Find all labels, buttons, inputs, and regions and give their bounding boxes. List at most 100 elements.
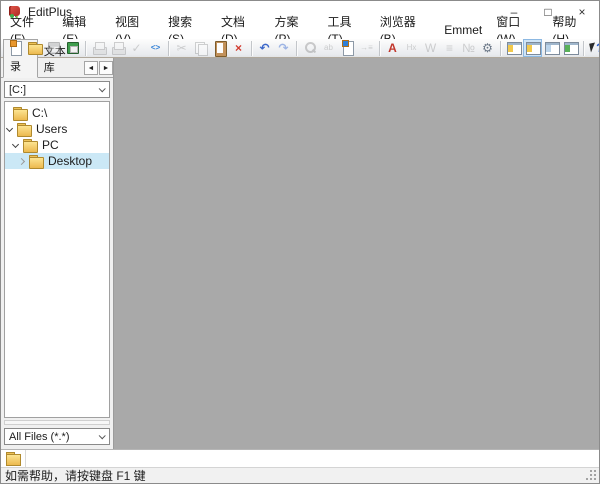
copy-icon [193, 40, 209, 56]
folder-icon [23, 139, 38, 152]
document-bar-divider [25, 450, 26, 467]
toggle-cliptext-window-button[interactable] [504, 39, 523, 57]
tree-item-label: C:\ [32, 106, 47, 120]
directory-window-icon [525, 40, 541, 56]
toolbar-separator [296, 41, 297, 56]
file-filter-value: All Files (*.*) [9, 431, 70, 443]
tree-item-pc[interactable]: PC [5, 137, 109, 153]
find-in-files-icon [340, 40, 356, 56]
tree-item-label: Users [36, 122, 67, 136]
tree-horizontal-scrollbar[interactable] [4, 420, 110, 425]
tab-scroll-buttons: ◄► [83, 61, 113, 75]
menu-item-emmet[interactable]: Emmet [437, 22, 489, 39]
drive-select[interactable]: [C:] [4, 81, 110, 98]
toolbar-separator [583, 41, 584, 56]
goto-line-icon: →≡ [359, 40, 375, 56]
toolbar-separator [168, 41, 169, 56]
collapsed-chevron-icon[interactable] [18, 157, 25, 164]
line-numbers-button[interactable]: № [459, 39, 478, 57]
save-all-icon [65, 40, 81, 56]
magnifier-icon [302, 40, 318, 56]
help-pointer-icon: ? [589, 40, 600, 56]
print-preview-icon [91, 40, 107, 56]
functions-window-icon [544, 40, 560, 56]
toolbar-separator [379, 41, 380, 56]
tab-scroll-left-button[interactable]: ◄ [84, 61, 98, 75]
set-font-button[interactable]: A [383, 39, 402, 57]
editplus-window: EditPlus – □ × 文件(F)编辑(E)视图(V)搜索(S)文档(D)… [0, 0, 600, 484]
browser-code-icon: <> [148, 40, 164, 56]
paste-button[interactable] [210, 39, 229, 57]
preferences-button[interactable]: ⚙ [478, 39, 497, 57]
toggle-functions-window-button[interactable] [542, 39, 561, 57]
toggle-directory-window-button[interactable] [523, 39, 542, 57]
new-document-button[interactable] [6, 39, 25, 57]
replace-icon: ab [321, 40, 337, 56]
status-bar: 如需帮助，请按键盘 F1 键 [1, 467, 599, 483]
spell-check-icon: ✓ [129, 40, 145, 56]
folder-icon [17, 123, 32, 136]
cliptext-window-icon [506, 40, 522, 56]
find-in-files-button[interactable] [338, 39, 357, 57]
status-message: 如需帮助，请按键盘 F1 键 [5, 467, 146, 484]
word-wrap-button[interactable]: W [421, 39, 440, 57]
folder-icon [6, 452, 21, 465]
directory-panel: 目录文本库◄► [C:] C:\ Users PCDesktop All Files… [1, 58, 114, 449]
go-to-line-button[interactable]: →≡ [357, 39, 376, 57]
print-icon [110, 40, 126, 56]
drive-select-value: [C:] [9, 84, 26, 96]
view-in-browser-button[interactable]: <> [146, 39, 165, 57]
undo-button[interactable]: ↶ [255, 39, 274, 57]
tree-item-label: PC [42, 138, 59, 152]
hex-viewer-button[interactable]: Hx [402, 39, 421, 57]
delete-icon: × [231, 40, 247, 56]
show-marks-button[interactable]: ≡ [440, 39, 459, 57]
cut-button[interactable]: ✂ [172, 39, 191, 57]
paragraph-marks-icon: ≡ [442, 40, 458, 56]
gear-icon: ⚙ [480, 40, 496, 56]
hex-viewer-icon: Hx [404, 40, 420, 56]
chevron-down-icon [99, 85, 106, 92]
toolbar-separator [85, 41, 86, 56]
toolbar: ✓<> ✂ × ↶↷ ab →≡ AHxW≡№⚙? [1, 39, 599, 58]
folder-icon [29, 155, 44, 168]
print-preview-button[interactable] [89, 39, 108, 57]
save-all-button[interactable] [63, 39, 82, 57]
editor-empty-area [114, 58, 599, 449]
document-list-button[interactable] [1, 450, 25, 467]
window-body: 目录文本库◄► [C:] C:\ Users PCDesktop All Files… [1, 58, 599, 449]
context-help-button[interactable]: ? [587, 39, 599, 57]
tree-item-users[interactable]: Users [5, 121, 109, 137]
redo-button[interactable]: ↷ [274, 39, 293, 57]
undo-arrow-icon: ↶ [257, 40, 273, 56]
menu-bar: 文件(F)编辑(E)视图(V)搜索(S)文档(D)方案(P)工具(T)浏览器(B… [1, 22, 599, 39]
chevron-down-icon [99, 432, 106, 439]
directory-tree: C:\ Users PCDesktop [4, 101, 110, 418]
folder-icon [13, 107, 28, 120]
clipboard-icon [212, 40, 228, 56]
tab-scroll-right-button[interactable]: ► [99, 61, 113, 75]
find-button[interactable] [300, 39, 319, 57]
font-icon: A [385, 40, 401, 56]
expanded-chevron-icon[interactable] [12, 140, 19, 147]
copy-button[interactable] [191, 39, 210, 57]
delete-button[interactable]: × [229, 39, 248, 57]
file-filter-select[interactable]: All Files (*.*) [4, 428, 110, 445]
open-file-button[interactable] [25, 39, 44, 57]
tree-item-desktop[interactable]: Desktop [5, 153, 109, 169]
toggle-output-window-button[interactable] [561, 39, 580, 57]
output-window-icon [563, 40, 579, 56]
redo-arrow-icon: ↷ [276, 40, 292, 56]
resize-grip[interactable] [590, 470, 592, 472]
toolbar-separator [500, 41, 501, 56]
editplus-app-icon [8, 5, 22, 18]
expanded-chevron-icon[interactable] [6, 124, 13, 131]
replace-button[interactable]: ab [319, 39, 338, 57]
spell-check-button[interactable]: ✓ [127, 39, 146, 57]
tree-item-drive-c[interactable]: C:\ [5, 105, 109, 121]
word-wrap-icon: W [423, 40, 439, 56]
line-numbers-icon: № [461, 40, 477, 56]
save-button[interactable] [44, 39, 63, 57]
sidebar-tabs: 目录文本库◄► [1, 58, 113, 78]
print-button[interactable] [108, 39, 127, 57]
